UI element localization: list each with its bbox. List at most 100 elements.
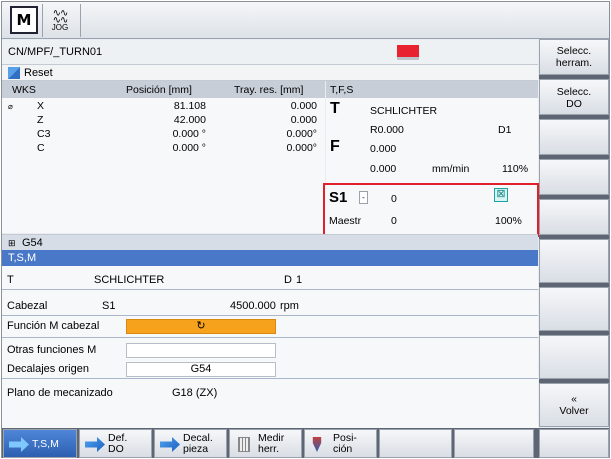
channel-status: Reset	[24, 67, 53, 79]
axis-row: Z 42.000 0.000	[2, 114, 325, 128]
feed-value: 0.000	[370, 143, 397, 155]
spindle-panel: S1 - 0 ⊠ Maestr 0 100%	[323, 183, 539, 237]
channel-status-bar: Reset	[2, 65, 538, 81]
tool-radius: R0.000	[370, 124, 404, 136]
axis-row: C 0.000 ° 0.000°	[2, 142, 325, 156]
tsm-arrow-icon	[9, 437, 29, 452]
axis-distance-to-go: 0.000°	[286, 128, 317, 140]
axis-position: 81.108	[173, 100, 206, 112]
spindle-speed-input[interactable]: 4500.000	[230, 300, 276, 312]
work-offset-arrow-icon	[160, 437, 180, 452]
softkey-4[interactable]	[539, 159, 609, 195]
tool-d-value: 1	[296, 274, 303, 286]
axis-row: ⌀ X 81.108 0.000	[2, 100, 325, 114]
softkey-3[interactable]	[539, 119, 609, 155]
work-offset-softkey[interactable]: Decal. pieza	[154, 429, 227, 458]
tool-row: T SCHLICHTER D 1	[2, 270, 538, 290]
softkey-label: Selecc. herram.	[555, 45, 593, 69]
select-tool-softkey[interactable]: Selecc. herram.	[539, 39, 609, 75]
spindle-value: S1	[102, 300, 116, 312]
spindle-speed: 0	[391, 193, 397, 205]
tfs-title: T,F,S	[330, 84, 354, 96]
axis-table: ⌀ X 81.108 0.000 Z 42.000 0.000 C3 0.000…	[2, 98, 325, 233]
axis-distance-to-go: 0.000	[290, 100, 317, 112]
spindle-master-value: 0	[391, 215, 397, 227]
plane-key: Plano de mecanizado	[7, 387, 113, 399]
softkey-6[interactable]	[539, 239, 609, 283]
other-m-input[interactable]	[126, 343, 276, 358]
offset-select[interactable]: G54	[126, 362, 276, 377]
axis-position: 42.000	[173, 114, 206, 126]
softkey-bottom-7[interactable]	[454, 429, 534, 458]
offset-row: Decalajes origen G54	[2, 359, 538, 379]
axis-name: C	[37, 142, 45, 154]
wks-col-position: Posición [mm]	[126, 84, 192, 96]
tool-letter: T	[330, 100, 340, 117]
back-softkey[interactable]: « Volver	[539, 383, 609, 427]
softkey-label: T,S,M	[32, 438, 59, 450]
wks-col-dtg: Tray. res. [mm]	[234, 84, 304, 96]
spindle-row: Cabezal S1 4500.000 rpm	[2, 296, 538, 316]
select-do-softkey[interactable]: Selecc. DO	[539, 79, 609, 115]
softkey-7[interactable]	[539, 287, 609, 331]
program-path-bar: CN/MPF/_TURN01	[2, 40, 538, 65]
reset-status-icon	[8, 67, 20, 79]
measure-tool-icon	[238, 437, 250, 452]
tsm-form: T SCHLICHTER D 1 Cabezal S1 4500.000 rpm…	[2, 266, 538, 429]
spindle-stop-icon: ⊠	[494, 188, 508, 202]
spindle-key: Cabezal	[7, 300, 48, 312]
softkey-8[interactable]	[539, 335, 609, 379]
axis-name: C3	[37, 128, 51, 140]
axis-name: Z	[37, 114, 44, 126]
plane-row: Plano de mecanizado G18 (ZX)	[2, 383, 538, 403]
top-bar: M ∿∿ ∿∿ JOG	[2, 2, 609, 39]
spindle-name: S1	[329, 189, 348, 206]
jog-label: JOG	[51, 22, 69, 32]
divider	[42, 4, 43, 37]
mfunc-key: Función M cabezal	[7, 320, 100, 332]
define-do-softkey[interactable]: Def. DO	[79, 429, 152, 458]
softkey-label: Selecc. DO	[556, 86, 592, 110]
spindle-select-dropdown[interactable]: -	[359, 191, 368, 204]
wks-title: WKS	[12, 84, 36, 96]
feed-unit: mm/min	[432, 163, 470, 175]
tool-d-number: D1	[498, 124, 512, 136]
mfunc-row: Función M cabezal ↻	[2, 316, 538, 336]
tsm-softkey[interactable]: T,S,M	[3, 429, 77, 458]
axis-row: C3 0.000 ° 0.000°	[2, 128, 325, 142]
horizontal-softkey-bar: T,S,M Def. DO Decal. pieza Medir herr. P…	[2, 428, 609, 458]
softkey-bottom-8[interactable]	[539, 429, 609, 458]
offset-key: Decalajes origen	[7, 363, 89, 375]
softkey-label: Posi- ción	[333, 432, 357, 455]
active-tool-name: SCHLICHTER	[370, 105, 438, 117]
position-softkey[interactable]: Posi- ción	[304, 429, 377, 458]
softkey-label: Medir herr.	[258, 432, 285, 455]
measure-tool-softkey[interactable]: Medir herr.	[229, 429, 302, 458]
tsm-title-bar: T,S,M	[2, 250, 538, 266]
tool-key: T	[7, 274, 14, 286]
position-icon	[312, 437, 322, 452]
spindle-master-label: Maestr	[329, 215, 362, 227]
tool-d-label: D	[284, 274, 292, 286]
jog-icon[interactable]: ∿∿ ∿∿ JOG	[46, 6, 74, 34]
other-m-key: Otras funciones M	[7, 344, 97, 356]
softkey-5[interactable]	[539, 199, 609, 235]
axis-name: X	[37, 100, 45, 112]
other-m-row: Otras funciones M	[2, 340, 538, 360]
tool-value: SCHLICHTER	[94, 274, 165, 286]
tsm-title: T,S,M	[8, 252, 37, 264]
work-offset-icon: ⊞	[8, 238, 16, 248]
softkey-label: Decal. pieza	[183, 432, 213, 455]
divider	[80, 4, 81, 37]
diameter-icon: ⌀	[8, 102, 13, 111]
plane-value[interactable]: G18 (ZX)	[172, 387, 217, 399]
spindle-direction-select[interactable]: ↻	[126, 319, 276, 334]
axis-distance-to-go: 0.000°	[286, 142, 317, 154]
feed-override: 110%	[502, 163, 529, 175]
spindle-override: 100%	[495, 215, 522, 227]
softkey-label: Def. DO	[108, 432, 128, 455]
machine-mode-icon[interactable]: M	[10, 6, 38, 34]
work-offset-label: G54	[22, 237, 43, 249]
divider	[2, 337, 538, 338]
softkey-bottom-6[interactable]	[379, 429, 452, 458]
